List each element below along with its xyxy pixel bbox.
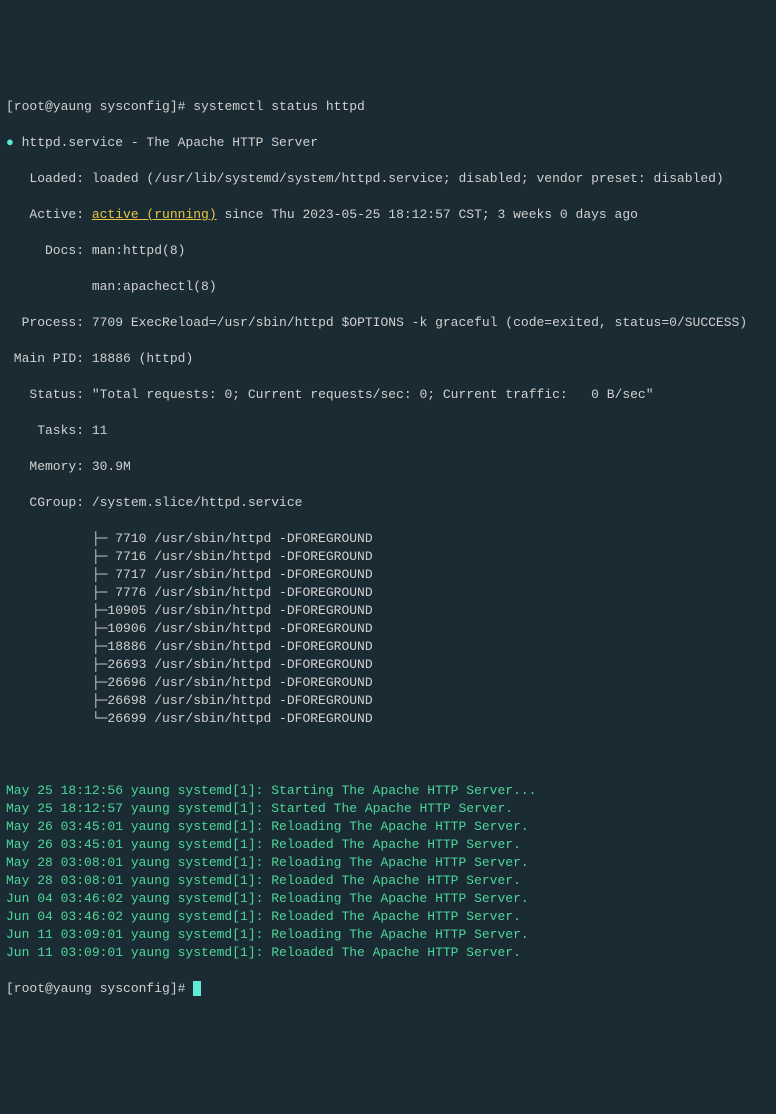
prompt-line-2[interactable]: [root@yaung sysconfig]# (6, 980, 770, 998)
mainpid-line: Main PID: 18886 (httpd) (6, 350, 770, 368)
docs-value-1: man:httpd(8) (92, 243, 186, 258)
cgroup-process: ├─ 7710 /usr/sbin/httpd -DFOREGROUND (6, 530, 770, 548)
tasks-line: Tasks: 11 (6, 422, 770, 440)
cgroup-process: ├─26698 /usr/sbin/httpd -DFOREGROUND (6, 692, 770, 710)
cgroup-label: CGroup: (6, 495, 92, 510)
cgroup-value: /system.slice/httpd.service (92, 495, 303, 510)
status-line: Status: "Total requests: 0; Current requ… (6, 386, 770, 404)
cgroup-process: └─26699 /usr/sbin/httpd -DFOREGROUND (6, 710, 770, 728)
mainpid-value: 18886 (httpd) (92, 351, 193, 366)
cgroup-process: ├─26696 /usr/sbin/httpd -DFOREGROUND (6, 674, 770, 692)
loaded-value: loaded (/usr/lib/systemd/system/httpd.se… (92, 171, 724, 186)
status-value: "Total requests: 0; Current requests/sec… (92, 387, 654, 402)
active-line: Active: active (running) since Thu 2023-… (6, 206, 770, 224)
memory-value: 30.9M (92, 459, 131, 474)
tasks-label: Tasks: (6, 423, 92, 438)
command: systemctl status httpd (193, 99, 365, 114)
docs-line-1: Docs: man:httpd(8) (6, 242, 770, 260)
service-name: httpd.service - The Apache HTTP Server (14, 135, 318, 150)
active-since: since Thu 2023-05-25 18:12:57 CST; 3 wee… (217, 207, 638, 222)
log-entry: May 26 03:45:01 yaung systemd[1]: Reload… (6, 836, 770, 854)
process-value: 7709 ExecReload=/usr/sbin/httpd $OPTIONS… (92, 315, 747, 330)
log-entry: Jun 04 03:46:02 yaung systemd[1]: Reload… (6, 890, 770, 908)
status-dot-icon: ● (6, 135, 14, 150)
cgroup-process: ├─26693 /usr/sbin/httpd -DFOREGROUND (6, 656, 770, 674)
service-header: ● httpd.service - The Apache HTTP Server (6, 134, 770, 152)
log-entry: Jun 11 03:09:01 yaung systemd[1]: Reload… (6, 926, 770, 944)
cgroup-process: ├─ 7776 /usr/sbin/httpd -DFOREGROUND (6, 584, 770, 602)
log-entry: May 25 18:12:57 yaung systemd[1]: Starte… (6, 800, 770, 818)
log-entry: Jun 04 03:46:02 yaung systemd[1]: Reload… (6, 908, 770, 926)
memory-line: Memory: 30.9M (6, 458, 770, 476)
status-label: Status: (6, 387, 92, 402)
cgroup-process: ├─18886 /usr/sbin/httpd -DFOREGROUND (6, 638, 770, 656)
pad (6, 279, 92, 294)
loaded-label: Loaded: (6, 171, 92, 186)
prompt-line[interactable]: [root@yaung sysconfig]# systemctl status… (6, 98, 770, 116)
mainpid-label: Main PID: (6, 351, 92, 366)
log-entry: May 28 03:08:01 yaung systemd[1]: Reload… (6, 854, 770, 872)
loaded-line: Loaded: loaded (/usr/lib/systemd/system/… (6, 170, 770, 188)
journal-log: May 25 18:12:56 yaung systemd[1]: Starti… (6, 782, 770, 962)
cgroup-tree: ├─ 7710 /usr/sbin/httpd -DFOREGROUND ├─ … (6, 530, 770, 728)
docs-label: Docs: (6, 243, 92, 258)
prompt: [root@yaung sysconfig]# (6, 99, 193, 114)
cgroup-process: ├─10906 /usr/sbin/httpd -DFOREGROUND (6, 620, 770, 638)
tasks-value: 11 (92, 423, 108, 438)
prompt: [root@yaung sysconfig]# (6, 981, 193, 996)
log-entry: Jun 11 03:09:01 yaung systemd[1]: Reload… (6, 944, 770, 962)
log-entry: May 26 03:45:01 yaung systemd[1]: Reload… (6, 818, 770, 836)
docs-line-2: man:apachectl(8) (6, 278, 770, 296)
cgroup-process: ├─ 7717 /usr/sbin/httpd -DFOREGROUND (6, 566, 770, 584)
process-line: Process: 7709 ExecReload=/usr/sbin/httpd… (6, 314, 770, 332)
cgroup-process: ├─10905 /usr/sbin/httpd -DFOREGROUND (6, 602, 770, 620)
cursor-icon (193, 981, 201, 996)
memory-label: Memory: (6, 459, 92, 474)
blank-line (6, 746, 770, 764)
cgroup-process: ├─ 7716 /usr/sbin/httpd -DFOREGROUND (6, 548, 770, 566)
terminal-output: [root@yaung sysconfig]# systemctl status… (6, 80, 770, 1016)
log-entry: May 25 18:12:56 yaung systemd[1]: Starti… (6, 782, 770, 800)
docs-value-2: man:apachectl(8) (92, 279, 217, 294)
active-label: Active: (6, 207, 92, 222)
process-label: Process: (6, 315, 92, 330)
log-entry: May 28 03:08:01 yaung systemd[1]: Reload… (6, 872, 770, 890)
active-status: active (running) (92, 207, 217, 222)
cgroup-line: CGroup: /system.slice/httpd.service (6, 494, 770, 512)
